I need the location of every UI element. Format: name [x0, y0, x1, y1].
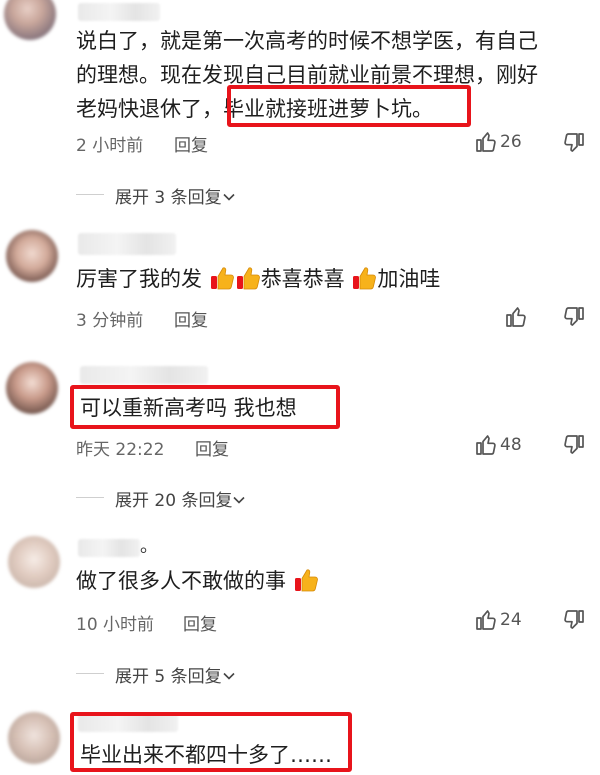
- username[interactable]: [78, 3, 160, 21]
- thumbs-down-icon[interactable]: [562, 305, 586, 329]
- like-count: 26: [500, 132, 522, 152]
- comment-time: 3 分钟前: [76, 311, 144, 331]
- divider: [76, 497, 104, 498]
- avatar[interactable]: [6, 362, 58, 414]
- comment-time: 10 小时前: [76, 615, 155, 635]
- thumbs-up-emoji: [351, 265, 377, 291]
- like-count: 48: [500, 435, 522, 455]
- chevron-down-icon: [222, 669, 236, 683]
- avatar[interactable]: [4, 0, 56, 40]
- thumbs-up-icon[interactable]: [504, 305, 528, 329]
- expand-replies-button[interactable]: 展开 20 条回复: [115, 486, 246, 511]
- thumbs-up-icon[interactable]: [474, 608, 498, 632]
- username[interactable]: [78, 539, 140, 557]
- expand-label: 展开 3 条回复: [115, 188, 222, 208]
- avatar[interactable]: [8, 712, 60, 764]
- comment-text-part: 做了很多人不敢做的事: [76, 569, 286, 593]
- username-tail: 。: [140, 536, 158, 557]
- comment-time: 昨天 22:22: [76, 440, 165, 460]
- avatar[interactable]: [8, 536, 60, 588]
- reply-button[interactable]: 回复: [174, 306, 208, 331]
- reply-button[interactable]: 回复: [183, 610, 217, 635]
- reply-button[interactable]: 回复: [195, 435, 229, 460]
- like-count: 24: [500, 610, 522, 630]
- comment-text-part: 加油哇: [377, 267, 441, 291]
- comment-text-line: 说白了，就是第一次高考的时候不想学医，有自己: [76, 29, 538, 53]
- reply-button[interactable]: 回复: [174, 131, 208, 156]
- thumbs-down-icon[interactable]: [562, 433, 586, 457]
- thumbs-up-icon[interactable]: [474, 433, 498, 457]
- comment-time: 2 小时前: [76, 136, 144, 156]
- thumbs-down-icon[interactable]: [562, 608, 586, 632]
- avatar[interactable]: [6, 230, 58, 282]
- thumbs-up-emoji: [235, 265, 261, 291]
- chevron-down-icon: [222, 190, 236, 204]
- highlight-box: [70, 712, 352, 772]
- thumbs-up-emoji: [293, 567, 319, 593]
- highlight-box: [70, 385, 340, 429]
- comment-text-part: 厉害了我的发: [76, 267, 202, 291]
- comment-text: 做了很多人不敢做的事: [76, 564, 319, 598]
- thumbs-up-icon[interactable]: [474, 130, 498, 154]
- expand-replies-button[interactable]: 展开 5 条回复: [115, 662, 236, 687]
- expand-label: 展开 5 条回复: [115, 667, 222, 687]
- divider: [76, 194, 104, 195]
- divider: [76, 673, 104, 674]
- thumbs-down-icon[interactable]: [562, 131, 586, 155]
- username[interactable]: [80, 366, 208, 384]
- comment-text-part: 恭喜恭喜: [260, 267, 345, 291]
- thumbs-up-emoji: [209, 265, 235, 291]
- highlight-box: [227, 85, 471, 127]
- chevron-down-icon: [232, 493, 246, 507]
- expand-replies-button[interactable]: 展开 3 条回复: [115, 183, 236, 208]
- expand-label: 展开 20 条回复: [115, 491, 233, 511]
- username[interactable]: [78, 233, 176, 255]
- comment-text: 厉害了我的发 恭喜恭喜 加油哇: [76, 262, 440, 296]
